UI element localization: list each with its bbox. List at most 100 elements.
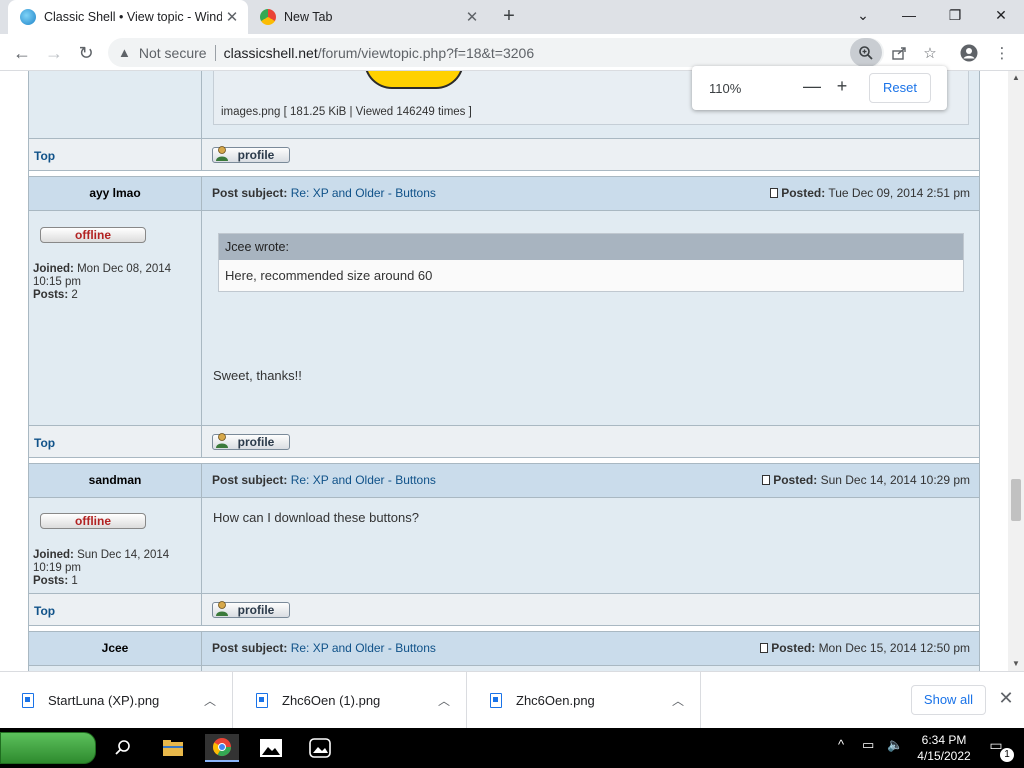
joined-time: 10:19 pm — [33, 562, 81, 574]
close-tab-icon[interactable]: ✕ — [462, 8, 482, 26]
forward-button[interactable]: → — [41, 40, 67, 66]
post-author-cell: ayy lmao — [29, 177, 202, 210]
tab-classic-shell[interactable]: Classic Shell • View topic - Windo ✕ — [8, 0, 248, 34]
chrome-icon[interactable] — [205, 734, 239, 762]
posted-label: Posted: — [773, 473, 818, 487]
top-link[interactable]: Top — [34, 149, 55, 163]
divider — [214, 44, 216, 61]
chrome-favicon-icon — [260, 9, 276, 25]
back-button[interactable]: ← — [9, 40, 35, 66]
photos-app-icon[interactable] — [254, 734, 288, 762]
subject-link[interactable]: Re: XP and Older - Buttons — [291, 641, 436, 655]
volume-icon[interactable]: 🔈 — [887, 737, 903, 753]
posted-info: Posted: Mon Dec 15, 2014 12:50 pm — [760, 641, 970, 655]
previous-post-author-column — [29, 71, 202, 138]
profile-button[interactable]: profile — [212, 433, 290, 450]
notification-center-icon[interactable]: ▭ 1 — [984, 737, 1014, 762]
post-footer-left: Top — [29, 426, 202, 457]
tab-search-chevron-icon[interactable]: ⌄ — [840, 0, 886, 30]
post-author[interactable]: Jcee — [29, 632, 201, 655]
top-link[interactable]: Top — [34, 604, 55, 618]
tab-new-tab[interactable]: New Tab ✕ — [250, 0, 488, 34]
zoom-level: 110% — [709, 81, 742, 96]
maximize-button[interactable]: ❐ — [932, 0, 978, 30]
download-filename: Zhc6Oen.png — [516, 693, 595, 708]
image-file-icon — [490, 693, 502, 708]
post-footer-left: Top — [29, 139, 202, 170]
joined-label: Joined: — [33, 263, 74, 275]
zoom-icon[interactable] — [850, 38, 882, 67]
profile-button[interactable]: profile — [212, 601, 290, 618]
url-text[interactable]: classicshell.net/forum/viewtopic.php?f=1… — [224, 45, 535, 61]
chevron-up-icon[interactable]: ︿ — [666, 692, 690, 709]
posts-label: Posts: — [33, 289, 69, 301]
scrollbar-thumb[interactable] — [1011, 479, 1021, 521]
post-author-cell: sandman — [29, 464, 202, 497]
download-item[interactable]: Zhc6Oen (1).png ︿ — [234, 672, 467, 729]
address-bar[interactable]: ▲ Not secure classicshell.net/forum/view… — [108, 38, 884, 67]
top-link[interactable]: Top — [34, 436, 55, 450]
file-explorer-icon[interactable] — [156, 734, 190, 762]
search-icon[interactable] — [106, 734, 140, 762]
download-item[interactable]: Zhc6Oen.png ︿ — [468, 672, 701, 729]
post-text: How can I download these buttons? — [213, 510, 419, 525]
subject-label: Post subject: — [212, 473, 288, 487]
zoom-reset-button[interactable]: Reset — [869, 73, 931, 103]
zoom-in-button[interactable]: + — [832, 76, 852, 97]
scroll-down-arrow-icon[interactable]: ▼ — [1012, 659, 1020, 668]
minimize-button[interactable]: — — [886, 0, 932, 30]
page-viewport: images.png [ 181.25 KiB | Viewed 146249 … — [0, 71, 1008, 671]
author-meta: Joined: Mon Dec 08, 2014 10:15 pm Posts:… — [33, 263, 171, 302]
attachment-image[interactable] — [364, 71, 464, 89]
post-author[interactable]: sandman — [29, 464, 201, 487]
menu-kebab-icon[interactable]: ⋮ — [991, 42, 1013, 64]
subject-link[interactable]: Re: XP and Older - Buttons — [291, 473, 436, 487]
download-filename: Zhc6Oen (1).png — [282, 693, 381, 708]
show-all-button[interactable]: Show all — [911, 685, 986, 715]
chevron-up-icon[interactable]: ︿ — [432, 692, 456, 709]
warning-icon[interactable]: ▲ — [118, 45, 131, 60]
zoom-out-button[interactable]: — — [802, 76, 822, 97]
scroll-up-arrow-icon[interactable]: ▲ — [1012, 73, 1020, 82]
post-footer-right: profile — [203, 139, 979, 170]
url-path: /forum/viewtopic.php?f=18&t=3206 — [317, 44, 535, 61]
new-tab-button[interactable]: + — [498, 6, 520, 28]
post-page-icon[interactable] — [770, 188, 779, 198]
zoom-popup: 110% — + Reset — [692, 66, 947, 110]
notification-count: 1 — [1000, 748, 1014, 762]
post-text: Sweet, thanks!! — [213, 368, 302, 383]
tray-chevron-up-icon[interactable]: ^ — [838, 737, 844, 752]
post-page-icon[interactable] — [762, 475, 771, 485]
posted-date: Mon Dec 15, 2014 12:50 pm — [818, 641, 970, 655]
post-author[interactable]: ayy lmao — [29, 177, 201, 200]
page-scrollbar[interactable]: ▲ ▼ — [1008, 71, 1024, 671]
profile-button[interactable]: profile — [212, 146, 290, 163]
subject-link[interactable]: Re: XP and Older - Buttons — [291, 186, 436, 200]
post-profile-column: offline Joined: Mon Dec 08, 2014 10:15 p… — [29, 211, 202, 425]
offline-status-badge: offline — [40, 513, 146, 529]
image-file-icon — [22, 693, 34, 708]
tab-title: Classic Shell • View topic - Windo — [44, 10, 222, 24]
close-window-button[interactable]: ✕ — [978, 0, 1024, 30]
forum-topic: images.png [ 181.25 KiB | Viewed 146249 … — [28, 71, 980, 671]
reload-button[interactable]: ↻ — [73, 40, 99, 66]
share-icon[interactable] — [888, 42, 910, 64]
image-file-icon — [256, 693, 268, 708]
download-item[interactable]: StartLuna (XP).png ︿ — [0, 672, 233, 729]
system-clock[interactable]: 6:34 PM 4/15/2022 — [914, 732, 974, 764]
post-header: ayy lmao Post subject: Re: XP and Older … — [29, 177, 979, 211]
profile-avatar-icon[interactable] — [958, 42, 980, 64]
bookmark-star-icon[interactable]: ☆ — [919, 42, 941, 64]
posted-date: Tue Dec 09, 2014 2:51 pm — [828, 186, 970, 200]
start-button[interactable] — [0, 732, 96, 764]
close-tab-icon[interactable]: ✕ — [222, 8, 242, 26]
post-footer: Top profile — [29, 139, 979, 171]
quote-author: Jcee wrote: — [219, 234, 963, 260]
gallery-app-icon[interactable] — [303, 734, 337, 762]
security-label[interactable]: Not secure — [139, 45, 207, 61]
chevron-up-icon[interactable]: ︿ — [198, 692, 222, 709]
post-footer: Top profile — [29, 594, 979, 626]
close-downloads-icon[interactable]: ✕ — [996, 688, 1016, 709]
post-page-icon[interactable] — [760, 643, 769, 653]
network-icon[interactable]: ▭ — [862, 737, 874, 753]
